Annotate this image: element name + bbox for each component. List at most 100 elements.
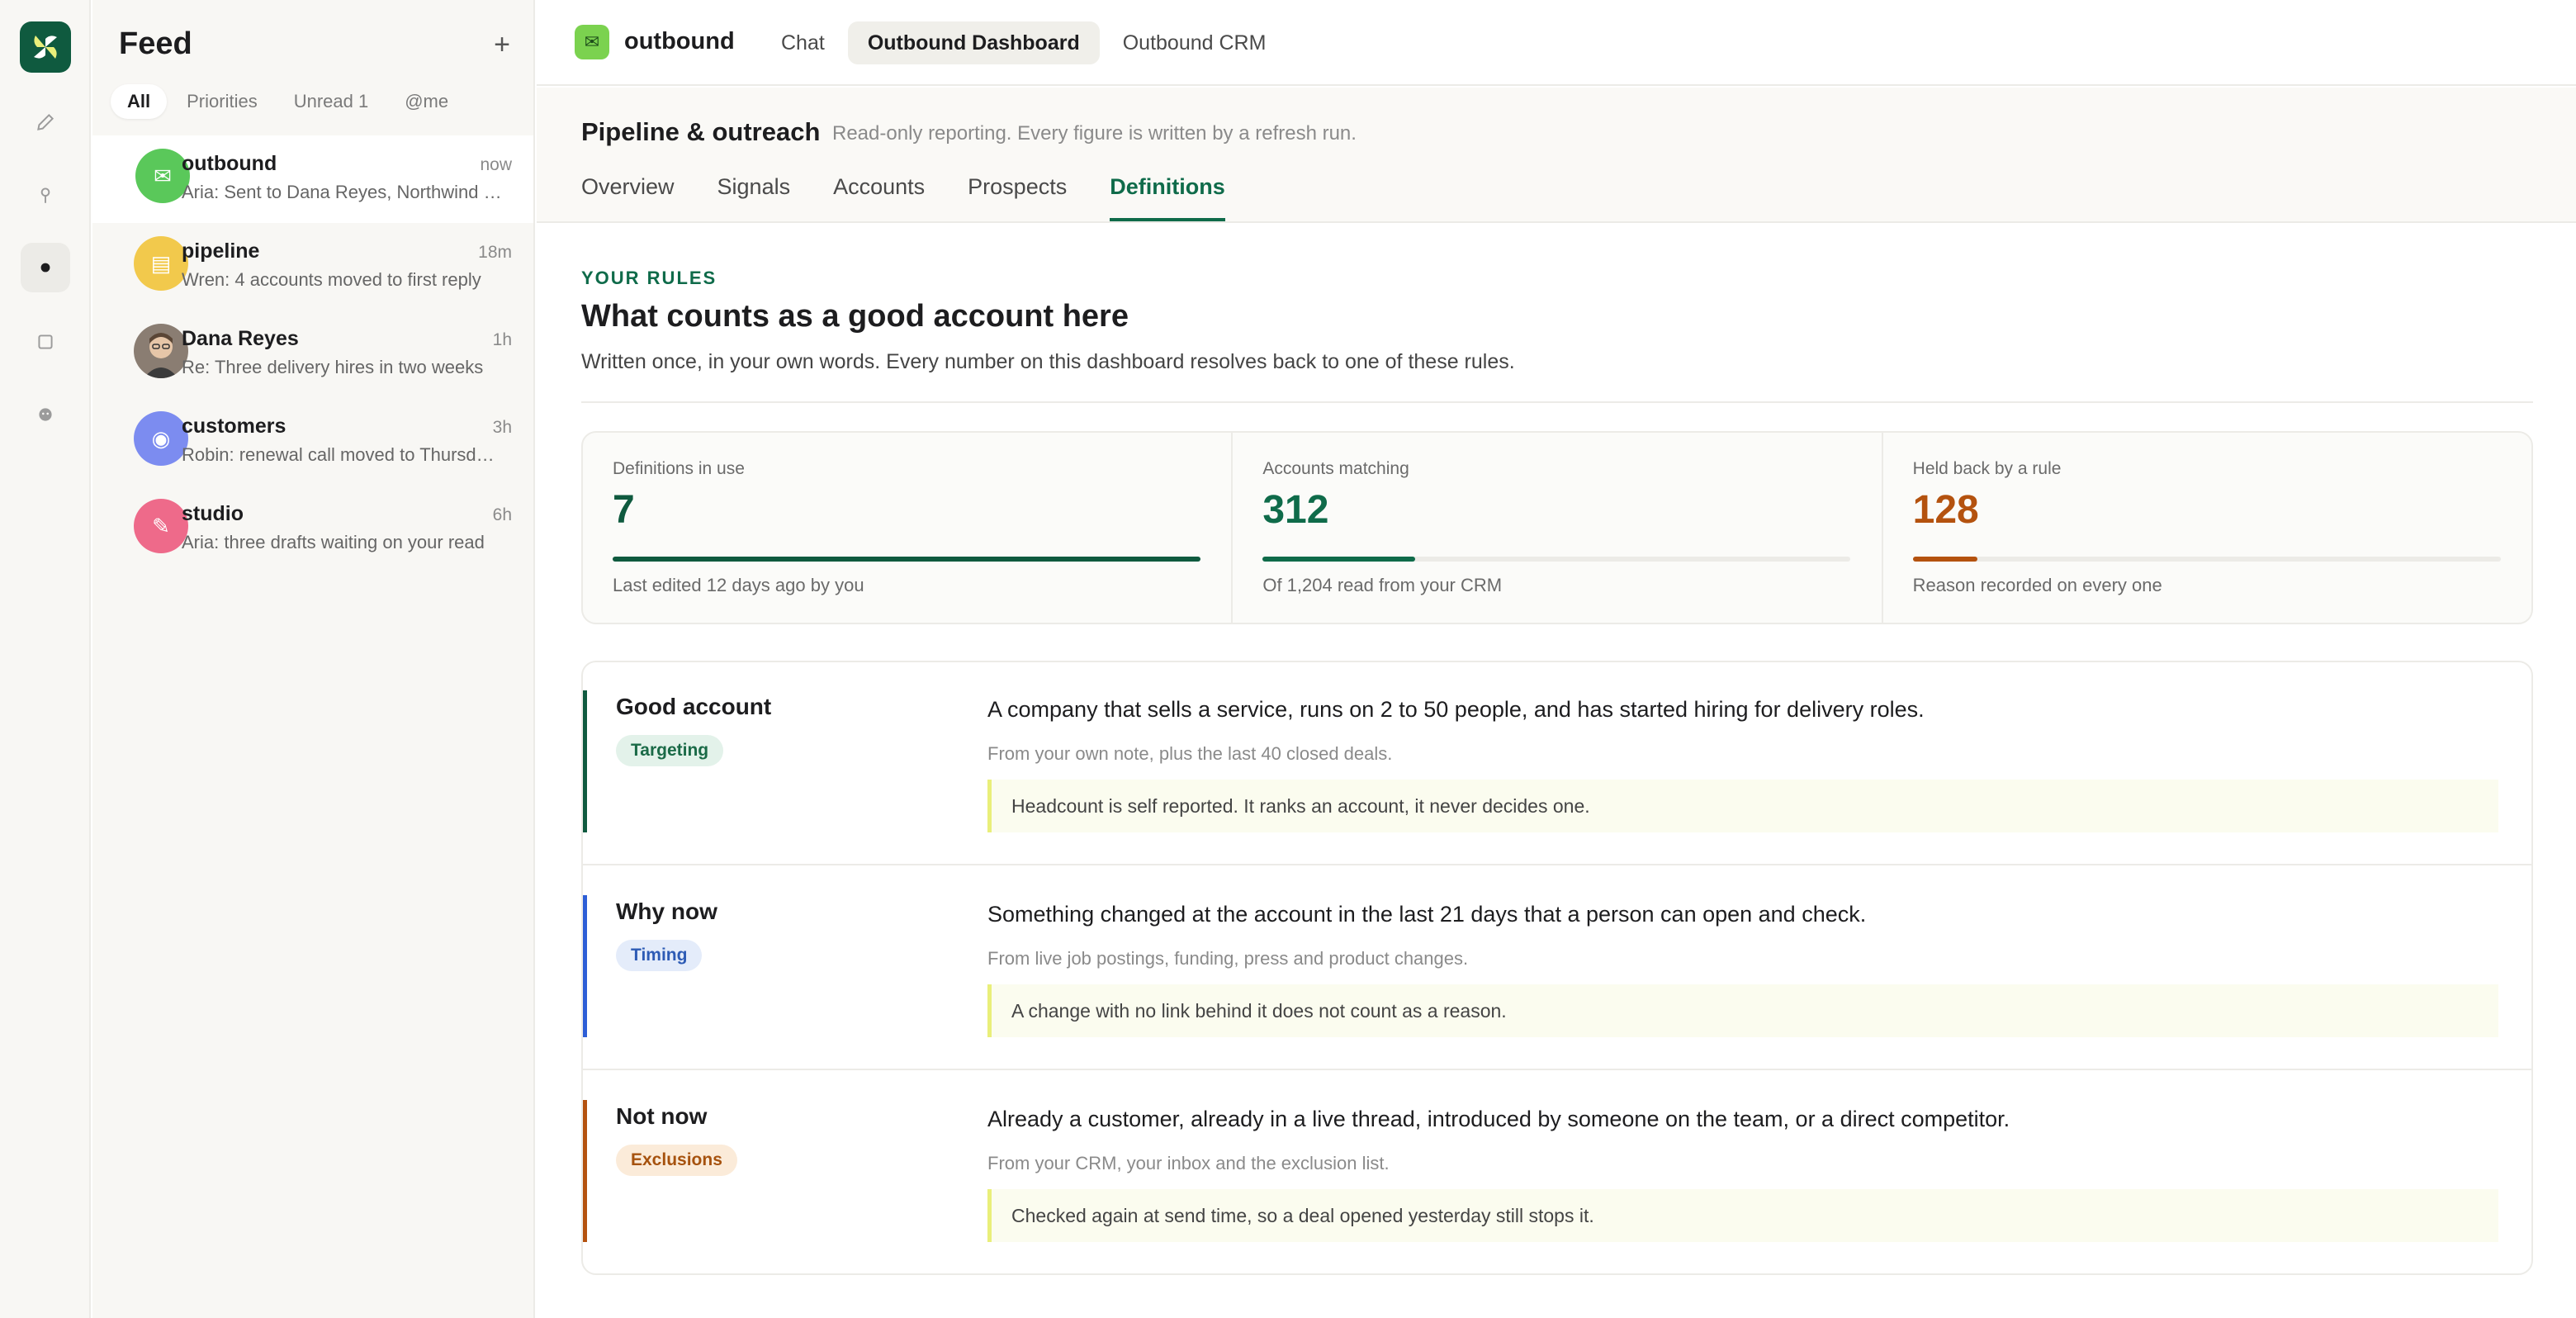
page-subtitle: Read-only reporting. Every figure is wri… — [832, 122, 1357, 145]
feed-title: Feed — [119, 26, 192, 61]
filter-unread[interactable]: Unread 1 — [277, 84, 386, 119]
top-bar: ✉ outbound Chat Outbound Dashboard Outbo… — [537, 0, 2576, 86]
rule-tag: Targeting — [616, 735, 724, 766]
stat-progress-track — [1262, 557, 1851, 562]
feed-item-preview: Aria: Sent to Dana Reyes, Northwind … — [182, 182, 502, 202]
feed-avatar-glyph: ▤ — [150, 250, 172, 276]
stat-foot: Last edited 12 days ago by you — [613, 575, 864, 595]
stat-label: Definitions in use — [613, 459, 745, 478]
dashboard-header: Pipeline & outreach Read-only reporting.… — [537, 88, 2576, 223]
feed-item-preview: Robin: renewal call moved to Thursd… — [182, 444, 495, 465]
section-eyebrow: YOUR RULES — [581, 268, 717, 288]
tab-overview[interactable]: Overview — [581, 170, 675, 221]
stat-progress-fill — [613, 557, 1200, 562]
flower-logo-icon — [34, 36, 57, 59]
tab-chat[interactable]: Chat — [761, 21, 845, 64]
tab-accounts[interactable]: Accounts — [833, 170, 925, 221]
rule-name: Why now — [616, 898, 717, 924]
stat-label: Accounts matching — [1262, 459, 1409, 478]
stat-held-back: Held back by a rule 128 Reason recorded … — [1883, 433, 2531, 623]
filter-mentions[interactable]: @me — [388, 84, 465, 119]
feed-item-pipeline[interactable]: ▤ pipeline 18m Wren: 4 accounts moved to… — [92, 223, 533, 311]
app-name: outbound — [624, 28, 735, 55]
tab-signals[interactable]: Signals — [717, 170, 791, 221]
add-feed-button[interactable]: + — [487, 30, 517, 59]
feed-item-customers[interactable]: ◉ customers 3h Robin: renewal call moved… — [92, 398, 533, 486]
feed-item-dana-reyes[interactable]: Dana Reyes 1h Re: Three delivery hires i… — [92, 311, 533, 398]
stat-value: 312 — [1262, 488, 1329, 532]
stat-value: 7 — [613, 488, 635, 532]
rule-description: Something changed at the account in the … — [987, 902, 1867, 927]
envelope-icon: ✉ — [575, 25, 609, 59]
stat-progress-track — [1912, 557, 2501, 562]
app-rail — [0, 0, 91, 1318]
rule-note: A change with no link behind it does not… — [987, 984, 2498, 1037]
avatar — [134, 324, 188, 378]
stat-definitions: Definitions in use 7 Last edited 12 days… — [583, 433, 1234, 623]
pin-icon[interactable] — [21, 170, 70, 220]
rule-description: Already a customer, already in a live th… — [987, 1107, 2010, 1131]
tab-definitions[interactable]: Definitions — [1110, 170, 1225, 221]
rule-tag: Exclusions — [616, 1145, 737, 1176]
stat-foot: Reason recorded on every one — [1912, 575, 2162, 595]
rule-note: Headcount is self reported. It ranks an … — [987, 780, 2498, 832]
stat-foot: Of 1,204 read from your CRM — [1262, 575, 1503, 595]
rules-card: Good account Targeting A company that se… — [581, 661, 2533, 1275]
feed-item-name: studio — [182, 502, 244, 525]
rule-source: From your CRM, your inbox and the exclus… — [987, 1153, 1390, 1173]
page-title: Pipeline & outreach — [581, 117, 821, 146]
feed-filters: All Priorities Unread 1 @me — [111, 84, 465, 119]
target-icon: ◉ — [134, 411, 188, 466]
app-logo[interactable] — [20, 21, 71, 73]
rule-description: A company that sells a service, runs on … — [987, 697, 1925, 722]
feed-item-time: 1h — [492, 330, 512, 349]
feed-item-preview: Re: Three delivery hires in two weeks — [182, 357, 484, 377]
rule-source: From your own note, plus the last 40 clo… — [987, 743, 1393, 764]
stat-progress-fill — [1912, 557, 1977, 562]
feed-item-time: 18m — [478, 243, 512, 262]
face-icon[interactable] — [21, 390, 70, 439]
tab-outbound-dashboard[interactable]: Outbound Dashboard — [847, 21, 1100, 64]
feed-item-time: now — [480, 155, 512, 174]
stat-value: 128 — [1912, 488, 1979, 532]
feed-item-name: pipeline — [182, 239, 260, 263]
stats-card: Definitions in use 7 Last edited 12 days… — [581, 431, 2533, 624]
rule-accent-bar — [583, 690, 587, 832]
square-icon[interactable] — [21, 317, 70, 367]
pen-icon: ✎ — [134, 499, 188, 553]
filter-all[interactable]: All — [111, 84, 168, 119]
main-area: ✉ outbound Chat Outbound Dashboard Outbo… — [537, 0, 2576, 1318]
pencil-icon[interactable] — [21, 97, 70, 147]
feed-panel: Feed + All Priorities Unread 1 @me ✉ out… — [92, 0, 535, 1318]
section-tabs: Overview Signals Accounts Prospects Defi… — [581, 170, 1225, 221]
divider — [581, 401, 2533, 403]
feed-item-name: outbound — [182, 152, 277, 175]
rule-name: Good account — [616, 694, 772, 719]
rule-why-now: Why now Timing Something changed at the … — [583, 867, 2531, 1070]
feed-item-outbound[interactable]: ✉ outbound now Aria: Sent to Dana Reyes,… — [92, 135, 533, 223]
feed-avatar-glyph: ◉ — [151, 425, 171, 451]
rule-not-now: Not now Exclusions Already a customer, a… — [583, 1072, 2531, 1275]
section-lede: Written once, in your own words. Every n… — [581, 350, 1515, 373]
list-icon: ▤ — [134, 236, 188, 291]
filter-priorities[interactable]: Priorities — [170, 84, 274, 119]
feed-item-time: 6h — [492, 505, 512, 524]
tab-outbound-crm[interactable]: Outbound CRM — [1103, 21, 1286, 64]
stat-progress-fill — [1262, 557, 1416, 562]
section-heading: What counts as a good account here — [581, 299, 1129, 334]
person-avatar-icon — [134, 324, 188, 378]
rule-note: Checked again at send time, so a deal op… — [987, 1189, 2498, 1242]
stat-progress-track — [613, 557, 1200, 562]
dot-icon[interactable] — [21, 243, 70, 292]
top-tabs: Chat Outbound Dashboard Outbound CRM — [761, 21, 1286, 64]
feed-avatar-glyph: ✉ — [154, 163, 172, 188]
feed-item-time: 3h — [492, 418, 512, 437]
feed-avatar-glyph: ✎ — [152, 513, 170, 538]
feed-item-preview: Aria: three drafts waiting on your read — [182, 532, 485, 552]
rule-accent-bar — [583, 1100, 587, 1242]
stat-accounts-matching: Accounts matching 312 Of 1,204 read from… — [1233, 433, 1883, 623]
rule-tag: Timing — [616, 940, 703, 971]
tab-prospects[interactable]: Prospects — [968, 170, 1067, 221]
feed-item-studio[interactable]: ✎ studio 6h Aria: three drafts waiting o… — [92, 486, 533, 573]
rule-name: Not now — [616, 1103, 708, 1129]
